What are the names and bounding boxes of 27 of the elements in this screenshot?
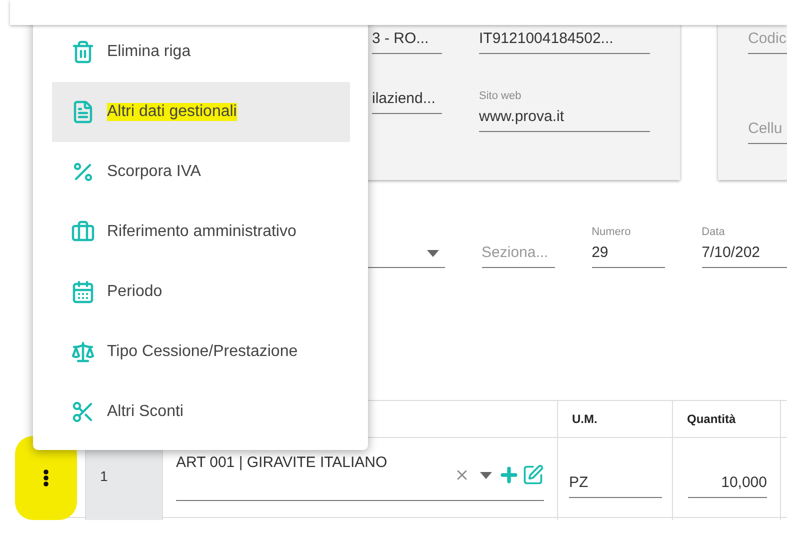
field-label: Data	[702, 226, 726, 238]
text-field[interactable]: PZ	[569, 474, 662, 498]
trash-icon	[71, 40, 95, 64]
add-icon[interactable]	[498, 464, 520, 486]
text-field[interactable]: ilaziend...	[372, 90, 442, 114]
edit-icon[interactable]	[522, 464, 544, 486]
document-icon	[71, 100, 95, 124]
text-field[interactable]: 3 - RO...	[372, 30, 442, 54]
row-number: 1	[100, 468, 108, 484]
more-icon	[43, 469, 49, 487]
column-header: Quantità	[672, 401, 780, 437]
scale-icon	[71, 340, 95, 364]
text-field[interactable]: www.prova.it	[479, 108, 650, 132]
text-field[interactable]: 7/10/202	[702, 244, 787, 268]
column-header: U.M.	[557, 401, 672, 437]
menu-item[interactable]: Altri dati gestionali	[52, 82, 350, 142]
text-field[interactable]: IT9121004184502...	[479, 30, 650, 54]
field-label: Sito web	[479, 90, 522, 102]
text-field[interactable]: 10,000	[688, 474, 767, 498]
scissors-icon	[71, 400, 95, 424]
field-label: Numero	[592, 226, 632, 238]
calendar-icon	[71, 280, 95, 304]
caret-icon	[426, 250, 439, 257]
text-field[interactable]: 29	[592, 244, 665, 268]
briefcase-icon	[71, 220, 95, 244]
percent-icon	[71, 160, 95, 184]
caret-icon[interactable]	[480, 472, 492, 478]
